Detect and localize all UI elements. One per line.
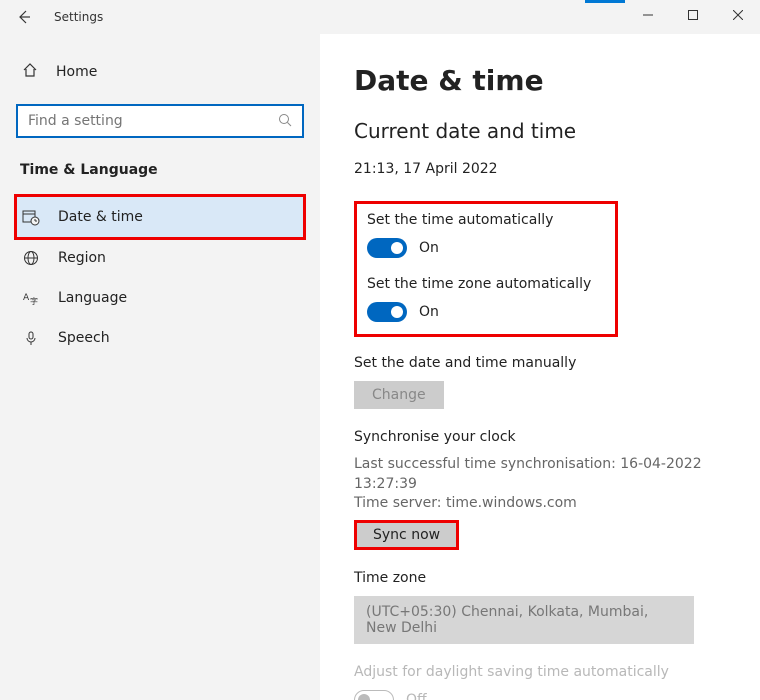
nav-language[interactable]: A字 Language	[16, 278, 304, 318]
dst-toggle[interactable]	[354, 690, 394, 700]
search-icon	[278, 112, 292, 131]
sync-server-info: Time server: time.windows.com	[354, 494, 726, 514]
minimize-button[interactable]	[625, 0, 670, 30]
close-button[interactable]	[715, 0, 760, 30]
sync-last-info: Last successful time synchronisation: 16…	[354, 455, 726, 494]
sync-highlight: Sync now	[354, 520, 459, 550]
auto-time-toggle[interactable]	[367, 238, 407, 258]
auto-time-state: On	[419, 240, 439, 256]
nav-label: Speech	[58, 330, 110, 346]
main-panel: Date & time Current date and time 21:13,…	[320, 34, 760, 700]
nav-label: Date & time	[58, 209, 143, 225]
home-label: Home	[56, 64, 97, 80]
change-button[interactable]: Change	[354, 381, 444, 409]
search-input-container[interactable]	[16, 104, 304, 138]
dst-label: Adjust for daylight saving time automati…	[354, 664, 726, 680]
dst-state: Off	[406, 692, 427, 700]
auto-time-label: Set the time automatically	[367, 212, 605, 228]
calendar-clock-icon	[22, 208, 40, 226]
home-icon	[22, 62, 38, 82]
tz-heading: Time zone	[354, 570, 726, 586]
auto-tz-toggle[interactable]	[367, 302, 407, 322]
nav-date-time[interactable]: Date & time	[16, 196, 304, 238]
sync-now-button[interactable]: Sync now	[357, 523, 456, 547]
auto-tz-label: Set the time zone automatically	[367, 276, 605, 292]
current-datetime: 21:13, 17 April 2022	[354, 161, 726, 177]
nav-region[interactable]: Region	[16, 238, 304, 278]
sidebar: Home Time & Language Date & time Region …	[0, 34, 320, 700]
auto-tz-state: On	[419, 304, 439, 320]
timezone-select[interactable]: (UTC+05:30) Chennai, Kolkata, Mumbai, Ne…	[354, 596, 694, 644]
sync-heading: Synchronise your clock	[354, 429, 726, 445]
active-tab-indicator	[585, 0, 625, 3]
globe-icon	[22, 250, 40, 266]
home-nav[interactable]: Home	[16, 54, 304, 90]
svg-text:字: 字	[30, 296, 38, 306]
window-title: Settings	[54, 10, 103, 24]
svg-text:A: A	[23, 293, 30, 303]
nav-speech[interactable]: Speech	[16, 318, 304, 358]
titlebar: Settings	[0, 0, 760, 34]
back-button[interactable]	[0, 0, 48, 34]
nav-label: Region	[58, 250, 106, 266]
section-header: Time & Language	[16, 162, 304, 178]
search-input[interactable]	[28, 113, 278, 129]
maximize-button[interactable]	[670, 0, 715, 30]
language-icon: A字	[22, 290, 40, 306]
nav-label: Language	[58, 290, 127, 306]
microphone-icon	[22, 330, 40, 346]
page-title: Date & time	[354, 64, 726, 97]
auto-settings-highlight: Set the time automatically On Set the ti…	[354, 201, 618, 337]
section-current: Current date and time	[354, 119, 726, 143]
manual-label: Set the date and time manually	[354, 355, 726, 371]
